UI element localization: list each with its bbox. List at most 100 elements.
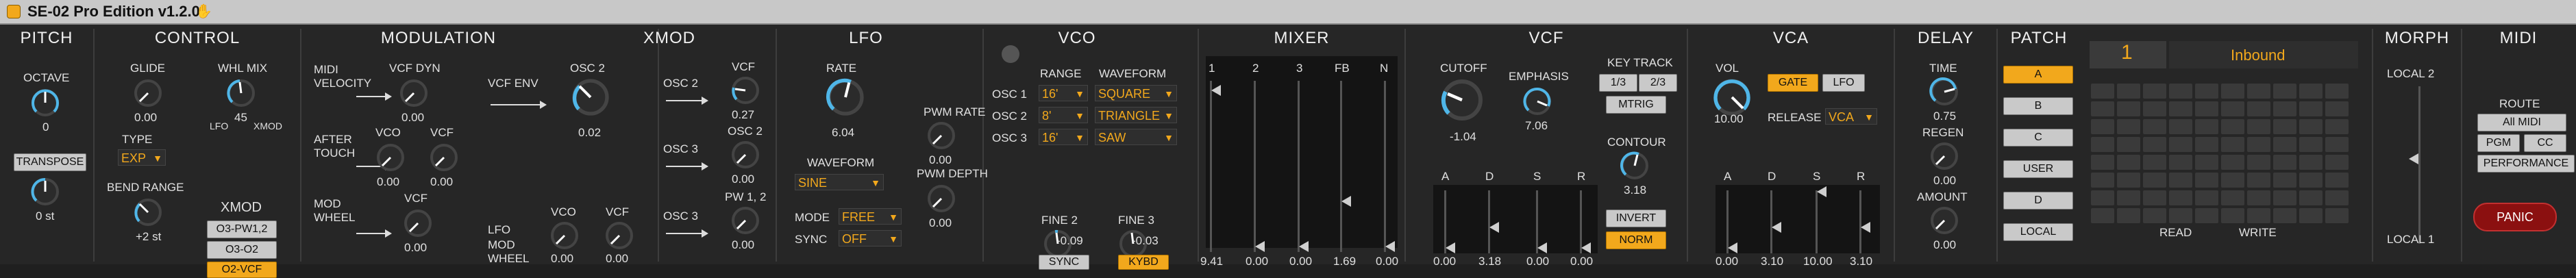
osc2-mod-knob[interactable] bbox=[569, 75, 612, 119]
patch-slot[interactable] bbox=[2221, 119, 2244, 134]
patch-slot[interactable] bbox=[2143, 84, 2166, 99]
delay-time-knob[interactable] bbox=[1928, 75, 1961, 108]
patch-slot[interactable] bbox=[2221, 208, 2244, 223]
patch-slot[interactable] bbox=[2117, 190, 2140, 205]
octave-knob[interactable] bbox=[29, 86, 62, 119]
patch-slot[interactable] bbox=[2169, 84, 2192, 99]
patch-slot[interactable] bbox=[2247, 119, 2270, 134]
mixer-handle-3[interactable] bbox=[1299, 241, 1309, 252]
patch-slot[interactable] bbox=[2195, 155, 2218, 170]
osc1-wave-dropdown[interactable]: SQUARE ▼ bbox=[1095, 85, 1177, 101]
patch-slot[interactable] bbox=[2091, 155, 2114, 170]
all-midi-button[interactable]: All MIDI bbox=[2477, 114, 2566, 131]
type-dropdown[interactable]: EXP ▼ bbox=[118, 149, 166, 166]
morph-handle[interactable] bbox=[2409, 153, 2418, 164]
patch-slot[interactable] bbox=[2117, 119, 2140, 134]
patch-slot[interactable] bbox=[2273, 155, 2296, 170]
mixer-fader-fb[interactable] bbox=[1340, 81, 1342, 252]
xmod-row1-knob[interactable] bbox=[729, 74, 762, 107]
at-vcf-knob[interactable] bbox=[428, 141, 460, 174]
vca-r-handle[interactable] bbox=[1861, 222, 1870, 233]
vcf-dyn-knob[interactable] bbox=[397, 77, 430, 110]
regen-knob[interactable] bbox=[1928, 140, 1961, 173]
whl-mix-knob[interactable] bbox=[225, 77, 258, 110]
patch-slot[interactable] bbox=[2091, 173, 2114, 188]
patch-slot[interactable] bbox=[2091, 101, 2114, 116]
patch-slot[interactable] bbox=[2299, 84, 2323, 99]
pwm-depth-knob[interactable] bbox=[925, 182, 958, 215]
vca-s-handle[interactable] bbox=[1817, 186, 1826, 197]
patch-slot[interactable] bbox=[2247, 208, 2270, 223]
patch-slot[interactable] bbox=[2091, 190, 2114, 205]
patch-c-button[interactable]: C bbox=[2003, 129, 2073, 147]
patch-slot[interactable] bbox=[2299, 155, 2323, 170]
patch-slot[interactable] bbox=[2169, 173, 2192, 188]
patch-slot[interactable] bbox=[2273, 119, 2296, 134]
lfo-sync-dropdown[interactable]: OFF ▼ bbox=[839, 230, 902, 247]
mixer-handle-n[interactable] bbox=[1385, 241, 1395, 252]
patch-slot[interactable] bbox=[2195, 173, 2218, 188]
patch-slot[interactable] bbox=[2325, 84, 2349, 99]
patch-slot[interactable] bbox=[2221, 190, 2244, 205]
patch-slot[interactable] bbox=[2117, 173, 2140, 188]
mixer-fader-2[interactable] bbox=[1254, 81, 1256, 252]
patch-slot[interactable] bbox=[2091, 84, 2114, 99]
vca-d-handle[interactable] bbox=[1772, 222, 1781, 233]
lfo-rate-knob[interactable] bbox=[823, 75, 867, 119]
mixer-fader-n[interactable] bbox=[1384, 81, 1386, 252]
lfo-mode-dropdown[interactable]: FREE ▼ bbox=[839, 208, 902, 225]
patch-slot[interactable] bbox=[2195, 208, 2218, 223]
cc-button[interactable]: CC bbox=[2524, 134, 2566, 152]
patch-slot[interactable] bbox=[2325, 173, 2349, 188]
vcf-s-handle[interactable] bbox=[1537, 242, 1547, 253]
xmod-row3-knob[interactable] bbox=[729, 204, 762, 237]
patch-d-button[interactable]: D bbox=[2003, 192, 2073, 210]
vca-s-fader[interactable] bbox=[1816, 190, 1818, 253]
patch-slot[interactable] bbox=[2325, 208, 2349, 223]
patch-local-button[interactable]: LOCAL bbox=[2003, 223, 2073, 241]
patch-slot[interactable] bbox=[2299, 137, 2323, 152]
patch-slot[interactable] bbox=[2273, 84, 2296, 99]
gate-button[interactable]: GATE bbox=[1768, 74, 1818, 92]
pgm-button[interactable]: PGM bbox=[2477, 134, 2520, 152]
mtrig-button[interactable]: MTRIG bbox=[1606, 96, 1666, 114]
at-vco-knob[interactable] bbox=[374, 141, 407, 174]
patch-slot[interactable] bbox=[2195, 84, 2218, 99]
sync-button[interactable]: SYNC bbox=[1039, 255, 1089, 270]
performance-button[interactable]: PERFORMANCE bbox=[2477, 155, 2575, 173]
patch-slot[interactable] bbox=[2273, 173, 2296, 188]
contour-knob[interactable] bbox=[1618, 149, 1651, 182]
mixer-handle-fb[interactable] bbox=[1341, 196, 1351, 207]
patch-slot[interactable] bbox=[2195, 101, 2218, 116]
mixer-handle-1[interactable] bbox=[1211, 85, 1221, 96]
glide-knob[interactable] bbox=[132, 77, 164, 110]
device-power-icon[interactable] bbox=[7, 5, 21, 18]
patch-slot[interactable] bbox=[2299, 101, 2323, 116]
patch-slot[interactable] bbox=[2117, 155, 2140, 170]
vcf-r-handle[interactable] bbox=[1581, 242, 1591, 253]
xmod-o3-pw-button[interactable]: O3-PW1,2 bbox=[207, 220, 277, 238]
osc2-wave-dropdown[interactable]: TRIANGLE ▼ bbox=[1095, 107, 1177, 123]
read-label[interactable]: READ bbox=[2159, 226, 2192, 240]
patch-slot[interactable] bbox=[2169, 101, 2192, 116]
patch-slot[interactable] bbox=[2143, 101, 2166, 116]
xmod-o3-o2-button[interactable]: O3-O2 bbox=[207, 241, 277, 259]
patch-slot[interactable] bbox=[2247, 101, 2270, 116]
patch-slot[interactable] bbox=[2299, 173, 2323, 188]
patch-slot[interactable] bbox=[2169, 190, 2192, 205]
patch-slot[interactable] bbox=[2273, 208, 2296, 223]
patch-b-button[interactable]: B bbox=[2003, 97, 2073, 115]
xmod-row2-knob[interactable] bbox=[729, 138, 762, 171]
patch-slot[interactable] bbox=[2325, 119, 2349, 134]
patch-slot[interactable] bbox=[2143, 119, 2166, 134]
patch-slot[interactable] bbox=[2221, 101, 2244, 116]
mixer-fader-3[interactable] bbox=[1298, 81, 1300, 252]
patch-slot[interactable] bbox=[2299, 208, 2323, 223]
patch-slot[interactable] bbox=[2325, 190, 2349, 205]
patch-slot[interactable] bbox=[2195, 119, 2218, 134]
patch-slot[interactable] bbox=[2195, 190, 2218, 205]
patch-slot[interactable] bbox=[2247, 84, 2270, 99]
norm-button[interactable]: NORM bbox=[1606, 231, 1666, 249]
cutoff-knob[interactable] bbox=[1437, 75, 1487, 125]
patch-user-button[interactable]: USER bbox=[2003, 160, 2073, 178]
